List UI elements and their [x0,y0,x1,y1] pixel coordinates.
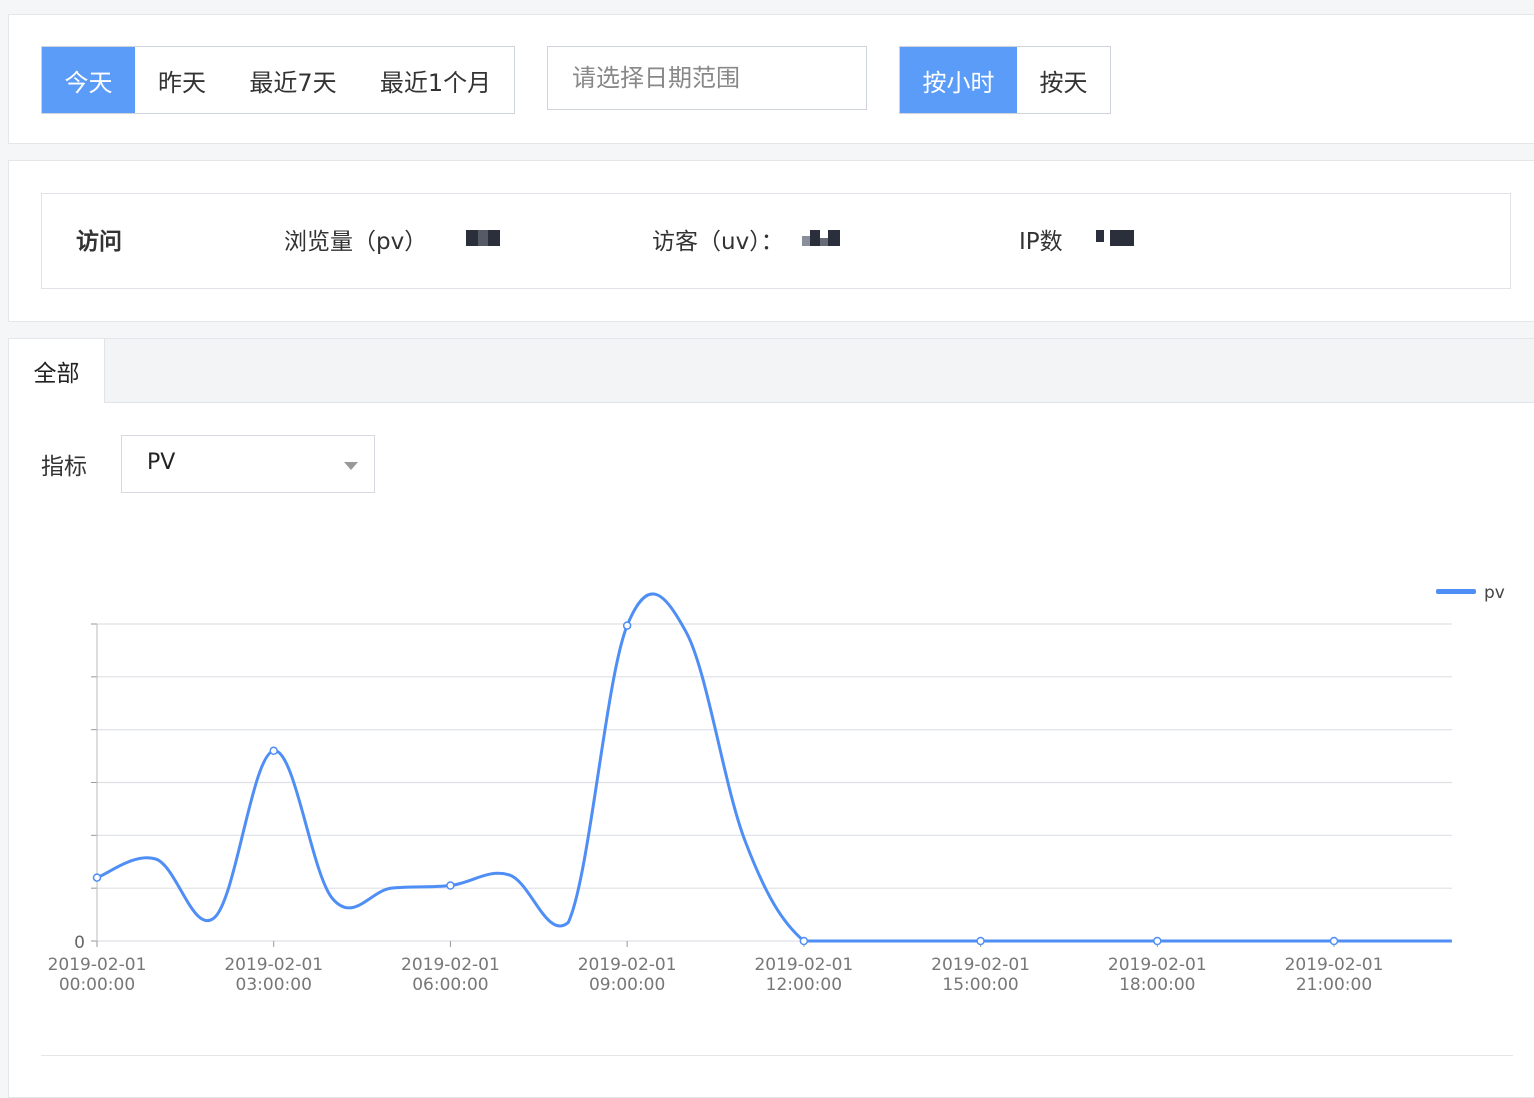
summary-panel: 访问 浏览量（pv） 访客（uv）： IP数 [8,160,1534,322]
by-day-button[interactable]: 按天 [1017,47,1110,113]
x-tick-label: 2019-02-01 15:00:00 [931,955,1030,995]
data-point [269,746,278,756]
x-tick-label: 2019-02-01 09:00:00 [578,955,677,995]
range-last-7-days-button[interactable]: 最近7天 [229,47,357,113]
divider [41,1055,1513,1056]
summary-title: 访问 [76,229,122,255]
legend-label: pv [1484,583,1505,603]
range-last-month-button[interactable]: 最近1个月 [357,47,514,113]
x-tick-label: 2019-02-01 00:00:00 [48,955,147,995]
date-range-input[interactable] [547,46,867,110]
filters-panel: 今天 昨天 最近7天 最近1个月 按小时 按天 [8,14,1534,144]
data-point [976,936,985,946]
x-tick-label: 2019-02-01 18:00:00 [1108,955,1207,995]
data-point [622,621,632,630]
by-hour-button[interactable]: 按小时 [900,47,1017,113]
data-point [1329,936,1339,946]
x-tick-label: 2019-02-01 21:00:00 [1285,955,1384,995]
x-tick-label: 2019-02-01 03:00:00 [224,955,323,995]
pageviews-label: 浏览量（pv） [284,229,428,255]
chart-panel: 全部 指标 PV 0 2019-02-01 00:00:00 2019-02-01 03… [8,338,1534,1098]
range-today-button[interactable]: 今天 [42,47,135,113]
x-tick-label: 2019-02-01 12:00:00 [754,955,853,995]
visitors-label: 访客（uv）： [652,229,784,255]
data-point [1153,936,1162,946]
pv-line-chart: 02019-02-01 00:00:00 2019-02-01 03:00:00 201… [48,583,1505,995]
y-tick-label: 0 [74,933,85,953]
pv-series-line [96,592,1452,943]
range-yesterday-button[interactable]: 昨天 [135,47,229,113]
data-point [446,881,455,890]
ip-count-label: IP数 [1019,229,1063,255]
data-point [92,873,102,882]
granularity-button-group: 按小时 按天 [899,46,1111,114]
visit-summary-box: 访问 浏览量（pv） 访客（uv）： IP数 [41,193,1511,289]
date-range-button-group: 今天 昨天 最近7天 最近1个月 [41,46,515,114]
legend-swatch [1436,589,1476,594]
data-point [799,936,809,946]
x-tick-label: 2019-02-01 06:00:00 [401,955,500,995]
